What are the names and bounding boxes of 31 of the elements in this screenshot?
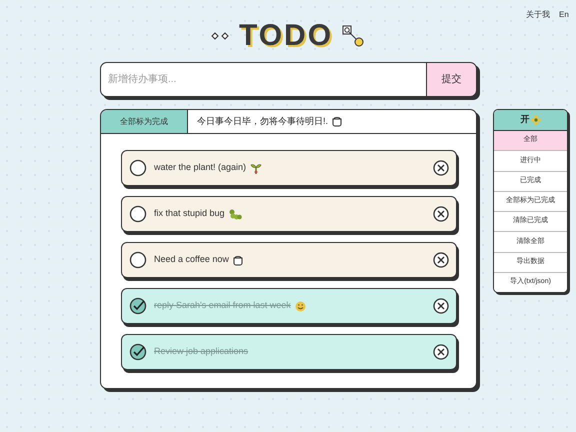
- motto-text: 今日事今日毕，勿将今事待明日!.: [197, 114, 328, 128]
- empty-circle-icon[interactable]: [129, 159, 147, 177]
- caterpillar-icon: [228, 208, 242, 220]
- diamonds-icon: [210, 32, 231, 40]
- flower-icon: [530, 115, 540, 125]
- new-todo-field[interactable]: 新增待办事项...: [100, 62, 426, 97]
- close-icon[interactable]: [433, 160, 449, 176]
- close-icon[interactable]: [433, 206, 449, 222]
- logo-text: TODO: [238, 21, 334, 51]
- menu-title: 开: [520, 113, 530, 126]
- nav-link[interactable]: 关于我: [526, 9, 550, 21]
- close-icon[interactable]: [433, 252, 449, 268]
- todo-text: Need a coffee now: [154, 253, 229, 266]
- close-icon[interactable]: [433, 298, 449, 314]
- submit-button[interactable]: 提交: [426, 62, 477, 97]
- todo-text: reply Sarah's email from last week: [154, 299, 291, 312]
- checked-circle-icon[interactable]: [129, 343, 147, 361]
- close-icon[interactable]: [433, 344, 449, 360]
- magnifier-icon: [341, 24, 366, 48]
- empty-circle-icon[interactable]: [129, 251, 147, 269]
- todo-text: water the plant! (again): [154, 161, 246, 174]
- smiley-icon: [294, 300, 306, 312]
- todo-text: Review job applications: [154, 345, 248, 358]
- mark-all-button[interactable]: 全部标为完成: [101, 110, 188, 133]
- nav-link[interactable]: En: [559, 9, 569, 21]
- sprout-icon: [250, 162, 262, 174]
- mug-icon: [232, 254, 244, 266]
- checked-circle-icon[interactable]: [129, 297, 147, 315]
- todo-text: fix that stupid bug: [154, 207, 225, 220]
- mug-icon: [332, 116, 344, 127]
- empty-circle-icon[interactable]: [129, 205, 147, 223]
